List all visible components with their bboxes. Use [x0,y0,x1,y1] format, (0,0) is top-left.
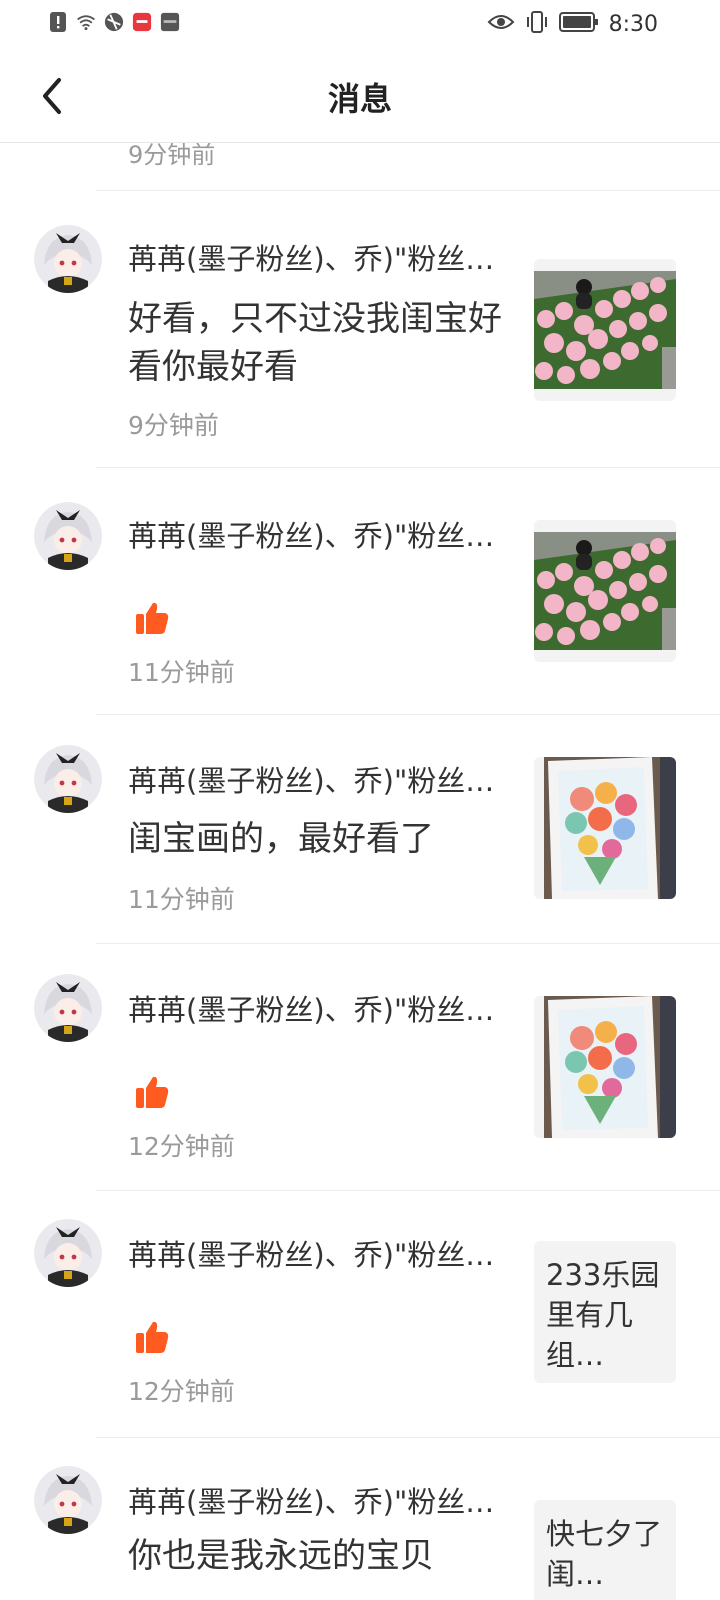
wifi-icon [76,12,96,32]
avatar[interactable] [34,745,102,813]
status-left-icons [48,12,180,32]
sender-name: 苒苒(墨子粉丝)、乔)"粉丝… [128,993,495,1027]
avatar[interactable] [34,1219,102,1287]
sender-name: 苒苒(墨子粉丝)、乔)"粉丝… [128,1485,495,1519]
sender-name: 苒苒(墨子粉丝)、乔)"粉丝… [128,519,495,553]
hms-icon [160,12,180,32]
timestamp: 12分钟前 [128,1377,235,1406]
vibrate-icon [525,10,549,38]
flower-painting-image [534,757,676,899]
flower-painting-image [534,996,676,1138]
post-thumbnail[interactable] [534,259,676,401]
timestamp: 12分钟前 [128,1132,235,1161]
sender-name: 苒苒(墨子粉丝)、乔)"粉丝… [128,242,495,276]
list-item[interactable]: 苒苒(墨子粉丝)、乔)"粉丝… 12分钟前 233乐园里有几组… [0,1191,720,1437]
page-title: 消息 [327,80,392,118]
comment-text: 好看，只不过没我闺宝好看你最好看 [128,299,502,387]
timestamp: 11分钟前 [128,658,235,687]
post-thumbnail[interactable] [534,996,676,1138]
list-item[interactable]: 苒苒(墨子粉丝)、乔)"粉丝… 11分钟前 [0,468,720,714]
list-item[interactable]: 苒苒(墨子粉丝)、乔)"粉丝… 你也是我永远的宝贝 快七夕了闺… [0,1438,720,1600]
thumbs-up-icon [134,1319,170,1355]
sender-name: 苒苒(墨子粉丝)、乔)"粉丝… [128,1238,495,1272]
app-icon [104,12,124,32]
list-item[interactable]: 苒苒(墨子粉丝)、乔)"粉丝… 闺宝画的，最好看了 11分钟前 [0,715,720,943]
thumbs-up-icon [134,1074,170,1110]
avatar[interactable] [34,1466,102,1534]
timestamp: 9分钟前 [128,411,219,440]
rose-field-image [534,520,676,662]
sender-name: 苒苒(墨子粉丝)、乔)"粉丝… [128,764,495,798]
post-text-preview[interactable]: 233乐园里有几组… [534,1241,676,1383]
alert-icon [48,12,68,32]
avatar[interactable] [34,974,102,1042]
top-nav-bar: 消息 [0,50,720,143]
status-right-icons: 8:30 [487,10,658,38]
thumbs-up-icon [134,600,170,636]
list-item[interactable]: 苒苒(墨子粉丝)、乔)"粉丝… 好看，只不过没我闺宝好看你最好看 9分钟前 [0,191,720,467]
post-thumbnail[interactable] [534,757,676,899]
comment-text: 闺宝画的，最好看了 [128,819,434,859]
avatar[interactable] [34,225,102,293]
comment-text: 你也是我永远的宝贝 [128,1536,434,1576]
timestamp: 11分钟前 [128,885,235,914]
mi-app-icon [132,12,152,32]
list-item[interactable]: 苒苒(墨子粉丝)、乔)"粉丝… 12分钟前 [0,944,720,1190]
post-preview-text: 233乐园里有几组… [546,1258,660,1372]
eye-icon [487,12,515,36]
battery-icon [558,11,599,37]
previous-item-time: 9分钟前 [128,143,216,169]
message-list[interactable]: 9分钟前 苒苒(墨子粉丝)、乔)"粉丝… 好看，只不过没我闺宝好看你最好看 9分… [0,143,720,1600]
post-thumbnail[interactable] [534,520,676,662]
status-bar: 8:30 [0,0,720,50]
post-text-preview[interactable]: 快七夕了闺… [534,1500,676,1600]
status-time: 8:30 [608,11,658,37]
rose-field-image [534,259,676,401]
post-preview-text: 快七夕了闺… [546,1517,663,1591]
avatar[interactable] [34,502,102,570]
